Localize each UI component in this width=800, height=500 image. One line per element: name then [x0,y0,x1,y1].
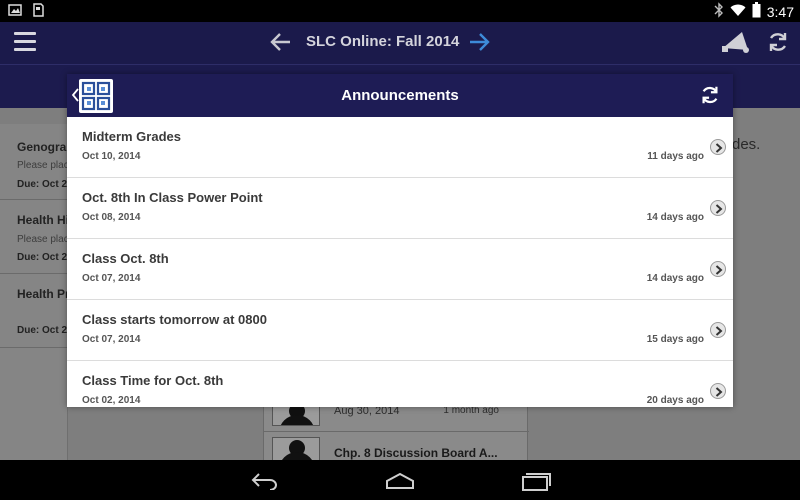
announcement-date: Oct 07, 2014 [82,334,141,345]
announcement-date: Oct 02, 2014 [82,395,141,406]
list-item-title: Chp. 8 Discussion Board A... [334,446,498,460]
battery-icon [752,2,761,21]
dialog-title: Announcements [341,87,459,104]
list-item-title: Health Pr [17,287,68,301]
chevron-right-icon[interactable] [710,200,726,216]
chevron-right-icon[interactable] [710,261,726,277]
announcement-date: Oct 08, 2014 [82,212,141,223]
list-item[interactable]: Chp. 8 Discussion Board A... [264,431,529,463]
announcement-date: Oct 10, 2014 [82,151,141,162]
chevron-right-icon[interactable] [710,322,726,338]
list-item-title: Genogram [17,140,68,154]
announcement-item[interactable]: Class Time for Oct. 8th Oct 02, 2014 20 … [67,361,733,407]
list-item[interactable]: Health Hi Please plac Due: Oct 22 [0,200,68,274]
announcement-item[interactable]: Class starts tomorrow at 0800 Oct 07, 20… [67,300,733,361]
announcement-item[interactable]: Midterm Grades Oct 10, 2014 11 days ago [67,117,733,178]
list-item[interactable]: Health Pr Due: Oct 22 [0,274,68,348]
list-item-due: Due: Oct 22 [17,179,68,190]
announcement-date: Oct 07, 2014 [82,273,141,284]
list-item-due: Due: Oct 22 [17,252,68,263]
system-nav-bar [0,460,800,500]
announcement-age: 20 days ago [646,395,704,406]
refresh-icon[interactable] [699,84,721,106]
announcement-item[interactable]: Oct. 8th In Class Power Point Oct 08, 20… [67,178,733,239]
announcement-age: 15 days ago [646,334,704,345]
course-title: SLC Online: Fall 2014 [306,33,460,50]
announcement-title: Class starts tomorrow at 0800 [82,312,267,327]
chevron-right-icon[interactable] [710,383,726,399]
wifi-icon [730,3,746,20]
announcement-title: Midterm Grades [82,129,181,144]
menu-icon[interactable] [14,32,36,52]
status-bar: 3:47 [0,0,800,22]
home-nav-icon[interactable] [385,472,415,490]
list-item-subtitle: Please plac [17,234,68,245]
announcements-dialog: Announcements Midterm Grades Oct 10, 201… [67,74,733,407]
clock: 3:47 [766,3,794,20]
recents-nav-icon[interactable] [520,470,552,492]
list-item[interactable]: Genogram Please place Due: Oct 22 [0,124,68,200]
announcement-title: Class Time for Oct. 8th [82,373,224,388]
announcement-age: 11 days ago [647,151,704,162]
back-nav-icon[interactable] [250,472,280,491]
list-item-title: Health Hi [17,213,68,227]
chevron-right-icon[interactable] [710,139,726,155]
dialog-header: Announcements [67,74,733,117]
discussion-list: Aug 30, 2014 1 month ago Chp. 8 Discussi… [263,400,529,463]
announcement-item[interactable]: Class Oct. 8th Oct 07, 2014 14 days ago [67,239,733,300]
list-item-subtitle: Please place [17,160,68,171]
announcement-list: Midterm Grades Oct 10, 2014 11 days ago … [67,117,733,407]
back-arrow-icon[interactable] [268,30,294,54]
photo-icon [8,3,22,22]
announcement-title: Class Oct. 8th [82,251,169,266]
announcement-age: 14 days ago [646,273,704,284]
bluetooth-icon [714,2,724,21]
sd-card-icon [32,3,44,22]
announcement-age: 14 days ago [646,212,704,223]
background-text-fragment: des. [732,136,761,153]
assignment-list: Genogram Please place Due: Oct 22 Health… [0,124,68,460]
megaphone-icon[interactable] [720,28,752,56]
forward-arrow-icon[interactable] [466,30,492,54]
list-item-due: Due: Oct 22 [17,325,68,336]
screen: 3:47 SLC Online: Fall 2014 Genogram Plea… [0,0,800,500]
app-header: SLC Online: Fall 2014 [0,22,800,64]
refresh-icon[interactable] [766,30,790,54]
announcement-title: Oct. 8th In Class Power Point [82,190,263,205]
